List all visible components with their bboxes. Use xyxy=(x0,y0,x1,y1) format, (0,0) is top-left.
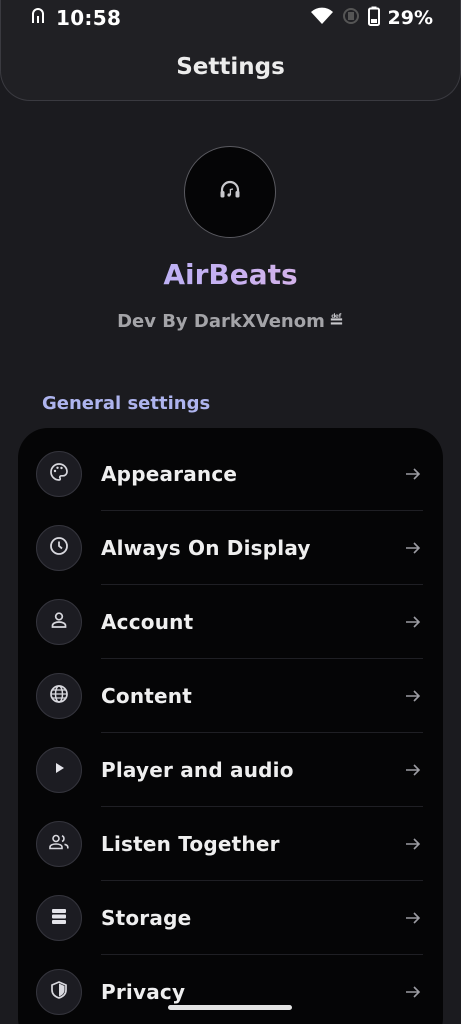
storage-icon xyxy=(49,906,69,930)
settings-item-label: Appearance xyxy=(101,462,238,486)
battery-percent: 29% xyxy=(387,7,433,29)
arrow-right-icon xyxy=(403,538,423,558)
battery-saver-icon xyxy=(342,6,360,31)
settings-item-storage[interactable]: Storage xyxy=(18,881,443,955)
settings-item-label: Content xyxy=(101,684,192,708)
settings-item-content[interactable]: Content xyxy=(18,659,443,733)
arrow-right-icon xyxy=(403,834,423,854)
play-icon xyxy=(49,758,69,782)
settings-item-label: Account xyxy=(101,610,194,634)
settings-screen: 10:58 29% Settings AirBeats Dev By DarkX… xyxy=(0,0,461,1024)
settings-item-label: Player and audio xyxy=(101,758,294,782)
globe-icon xyxy=(49,684,69,708)
developer-credit-text: Dev By DarkXVenom xyxy=(117,311,325,332)
gesture-nav-handle[interactable] xyxy=(168,1005,292,1010)
settings-item-always-on-display[interactable]: Always On Display xyxy=(18,511,443,585)
headphones-icon xyxy=(219,180,241,204)
wifi-icon xyxy=(310,7,334,30)
developer-credit: Dev By DarkXVenom ≝ xyxy=(0,311,461,332)
arrow-right-icon xyxy=(403,982,423,1002)
status-time: 10:58 xyxy=(56,6,122,30)
settings-item-label: Always On Display xyxy=(101,536,311,560)
arrow-right-icon xyxy=(403,686,423,706)
palette-icon xyxy=(49,462,69,486)
settings-item-label: Privacy xyxy=(101,980,186,1004)
page-title: Settings xyxy=(176,54,285,80)
section-title-general: General settings xyxy=(42,393,211,414)
settings-item-label: Listen Together xyxy=(101,832,280,856)
settings-item-account[interactable]: Account xyxy=(18,585,443,659)
group-icon xyxy=(48,832,70,856)
clock-icon xyxy=(49,536,69,560)
settings-item-player-and-audio[interactable]: Player and audio xyxy=(18,733,443,807)
arrow-right-icon xyxy=(403,760,423,780)
settings-item-label: Storage xyxy=(101,906,192,930)
shield-icon xyxy=(49,980,69,1004)
arrow-right-icon xyxy=(403,908,423,928)
status-left: 10:58 xyxy=(30,6,121,30)
settings-item-privacy[interactable]: Privacy xyxy=(18,955,443,1024)
arrow-right-icon xyxy=(403,612,423,632)
app-avatar xyxy=(184,146,276,238)
developer-glyph: ≝ xyxy=(328,311,344,332)
person-icon xyxy=(49,610,69,634)
battery-icon xyxy=(367,6,380,31)
notification-icon xyxy=(30,7,46,30)
status-right: 29% xyxy=(310,6,433,31)
general-settings-card: Appearance Always On Display Account Con… xyxy=(18,428,443,1024)
settings-item-listen-together[interactable]: Listen Together xyxy=(18,807,443,881)
app-name: AirBeats xyxy=(0,258,461,291)
settings-item-appearance[interactable]: Appearance xyxy=(18,437,443,511)
status-bar: 10:58 29% xyxy=(0,0,461,36)
arrow-right-icon xyxy=(403,464,423,484)
